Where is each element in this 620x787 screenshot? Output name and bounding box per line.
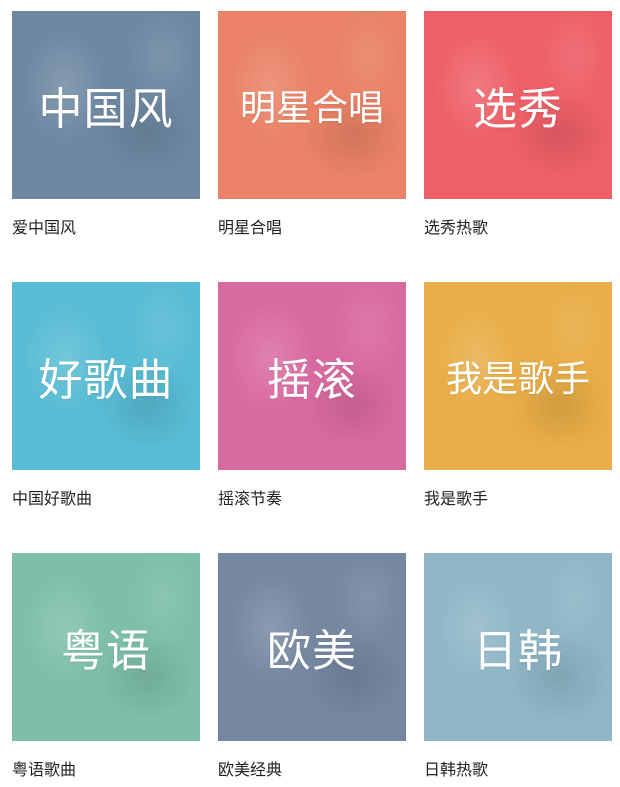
playlist-card-good-songs[interactable]: 好歌曲 中国好歌曲 <box>12 282 200 510</box>
cover-title: 我是歌手 <box>445 359 590 400</box>
playlist-cover[interactable]: 好歌曲 <box>12 282 200 470</box>
cover-title: 日韩 <box>473 626 563 677</box>
playlist-card-i-am-a-singer[interactable]: 我是歌手 我是歌手 <box>424 282 612 510</box>
playlist-card-western[interactable]: 欧美 欧美经典 <box>218 553 406 781</box>
playlist-caption[interactable]: 我是歌手 <box>424 488 612 510</box>
playlist-cover[interactable]: 摇滚 <box>218 282 406 470</box>
playlist-caption[interactable]: 粤语歌曲 <box>12 759 200 781</box>
playlist-cover[interactable]: 欧美 <box>218 553 406 741</box>
playlist-caption[interactable]: 日韩热歌 <box>424 759 612 781</box>
playlist-cover[interactable]: 中国风 <box>12 11 200 199</box>
cover-title: 粤语 <box>61 626 151 677</box>
playlist-cover[interactable]: 我是歌手 <box>424 282 612 470</box>
playlist-card-cantonese[interactable]: 粤语 粤语歌曲 <box>12 553 200 781</box>
playlist-grid: 中国风 爱中国风 明星合唱 明星合唱 选秀 选秀热歌 好歌曲 中国好歌曲 摇滚 … <box>0 0 620 787</box>
playlist-cover[interactable]: 明星合唱 <box>218 11 406 199</box>
playlist-cover[interactable]: 粤语 <box>12 553 200 741</box>
playlist-caption[interactable]: 摇滚节奏 <box>218 488 406 510</box>
playlist-card-talent-show[interactable]: 选秀 选秀热歌 <box>424 11 612 239</box>
cover-title: 中国风 <box>38 84 174 135</box>
cover-title: 摇滚 <box>267 355 357 406</box>
cover-title: 欧美 <box>267 626 357 677</box>
cover-title: 选秀 <box>473 84 563 135</box>
playlist-caption[interactable]: 明星合唱 <box>218 217 406 239</box>
playlist-cover[interactable]: 选秀 <box>424 11 612 199</box>
playlist-cover[interactable]: 日韩 <box>424 553 612 741</box>
playlist-card-rock[interactable]: 摇滚 摇滚节奏 <box>218 282 406 510</box>
playlist-caption[interactable]: 选秀热歌 <box>424 217 612 239</box>
playlist-card-japanese-korean[interactable]: 日韩 日韩热歌 <box>424 553 612 781</box>
playlist-caption[interactable]: 中国好歌曲 <box>12 488 200 510</box>
cover-title: 明星合唱 <box>239 88 384 129</box>
playlist-card-chinese-style[interactable]: 中国风 爱中国风 <box>12 11 200 239</box>
playlist-caption[interactable]: 爱中国风 <box>12 217 200 239</box>
playlist-caption[interactable]: 欧美经典 <box>218 759 406 781</box>
playlist-card-star-duets[interactable]: 明星合唱 明星合唱 <box>218 11 406 239</box>
cover-title: 好歌曲 <box>38 355 174 406</box>
